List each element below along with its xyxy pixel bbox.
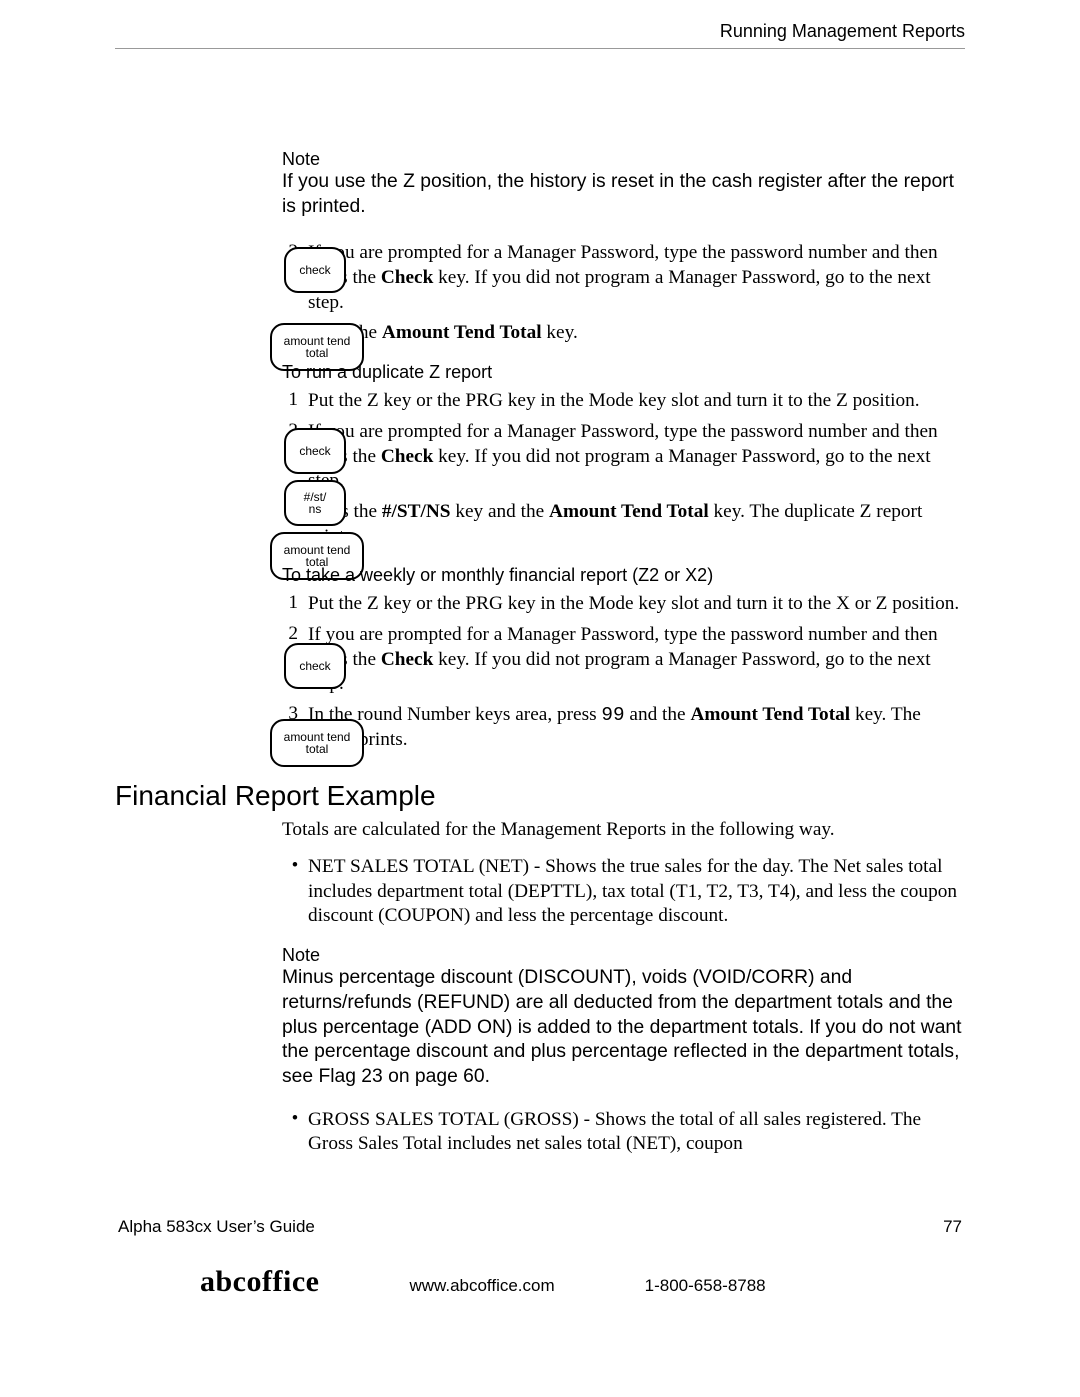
- brand-logo: abcoffice: [200, 1265, 319, 1299]
- list-item: 2 If you are prompted for a Manager Pass…: [282, 420, 965, 494]
- bullet-text: GROSS SALES TOTAL (GROSS) - Shows the to…: [308, 1108, 965, 1157]
- list-item: • GROSS SALES TOTAL (GROSS) - Shows the …: [282, 1108, 965, 1157]
- weekly-section: check amount tend total To take a weekly…: [115, 565, 965, 752]
- note-heading: Note: [282, 149, 965, 170]
- list-item: 2 If you are prompted for a Manager Pass…: [282, 241, 965, 315]
- step-text: Press the Amount Tend Total key.: [308, 321, 965, 346]
- note-body: If you use the Z position, the history i…: [282, 170, 965, 219]
- list-item: 1 Put the Z key or the PRG key in the Mo…: [282, 592, 965, 617]
- note-body: Minus percentage discount (DISCOUNT), vo…: [282, 966, 965, 1089]
- check-key-icon: check: [284, 428, 346, 474]
- step-text: If you are prompted for a Manager Passwo…: [308, 420, 965, 494]
- manual-page: Running Management Reports Note If you u…: [0, 0, 1080, 1329]
- list-item: 3 Press the Amount Tend Total key.: [282, 321, 965, 346]
- check-key-icon: check: [284, 247, 346, 293]
- bullet-icon: •: [282, 855, 308, 929]
- subheading: To run a duplicate Z report: [282, 362, 965, 383]
- check-key-icon: check: [284, 643, 346, 689]
- step-number: 1: [282, 389, 308, 414]
- st-ns-key-icon: #/st/ ns: [284, 480, 346, 526]
- step-text: Press the #/ST/NS key and the Amount Ten…: [308, 500, 965, 549]
- section-heading: Financial Report Example: [115, 780, 965, 812]
- page-footer: Alpha 583cx User’s Guide 77: [115, 1217, 965, 1237]
- footer-url: www.abcoffice.com: [409, 1276, 554, 1296]
- bullet-icon: •: [282, 1108, 308, 1157]
- list-item: • NET SALES TOTAL (NET) - Shows the true…: [282, 855, 965, 929]
- dup-z-section: check #/st/ ns amount tend total To run …: [115, 362, 965, 549]
- intro-text: Totals are calculated for the Management…: [282, 818, 965, 843]
- example-body: Totals are calculated for the Management…: [282, 818, 965, 1157]
- list-item: 2 If you are prompted for a Manager Pass…: [282, 623, 965, 697]
- step-number: 1: [282, 592, 308, 617]
- subheading: To take a weekly or monthly financial re…: [282, 565, 965, 586]
- steps-block-a: check amount tend total 2 If you are pro…: [115, 241, 965, 346]
- footer-guide-title: Alpha 583cx User’s Guide: [118, 1217, 315, 1237]
- list-item: 3 In the round Number keys area, press 9…: [282, 703, 965, 752]
- step-text: If you are prompted for a Manager Passwo…: [308, 241, 965, 315]
- note-block: Note If you use the Z position, the hist…: [282, 149, 965, 219]
- brand-row: abcoffice www.abcoffice.com 1-800-658-87…: [115, 1265, 965, 1299]
- step-text: Put the Z key or the PRG key in the Mode…: [308, 592, 965, 617]
- step-text: If you are prompted for a Manager Passwo…: [308, 623, 965, 697]
- list-item: 3 Press the #/ST/NS key and the Amount T…: [282, 500, 965, 549]
- amount-tend-total-key-icon: amount tend total: [270, 719, 364, 767]
- page-number: 77: [943, 1217, 962, 1237]
- step-text: In the round Number keys area, press 99 …: [308, 703, 965, 752]
- step-text: Put the Z key or the PRG key in the Mode…: [308, 389, 965, 414]
- bullet-text: NET SALES TOTAL (NET) - Shows the true s…: [308, 855, 965, 929]
- list-item: 1 Put the Z key or the PRG key in the Mo…: [282, 389, 965, 414]
- header-rule: Running Management Reports: [115, 48, 965, 49]
- footer-phone: 1-800-658-8788: [645, 1276, 766, 1296]
- running-header: Running Management Reports: [720, 21, 965, 42]
- note-heading: Note: [282, 945, 965, 966]
